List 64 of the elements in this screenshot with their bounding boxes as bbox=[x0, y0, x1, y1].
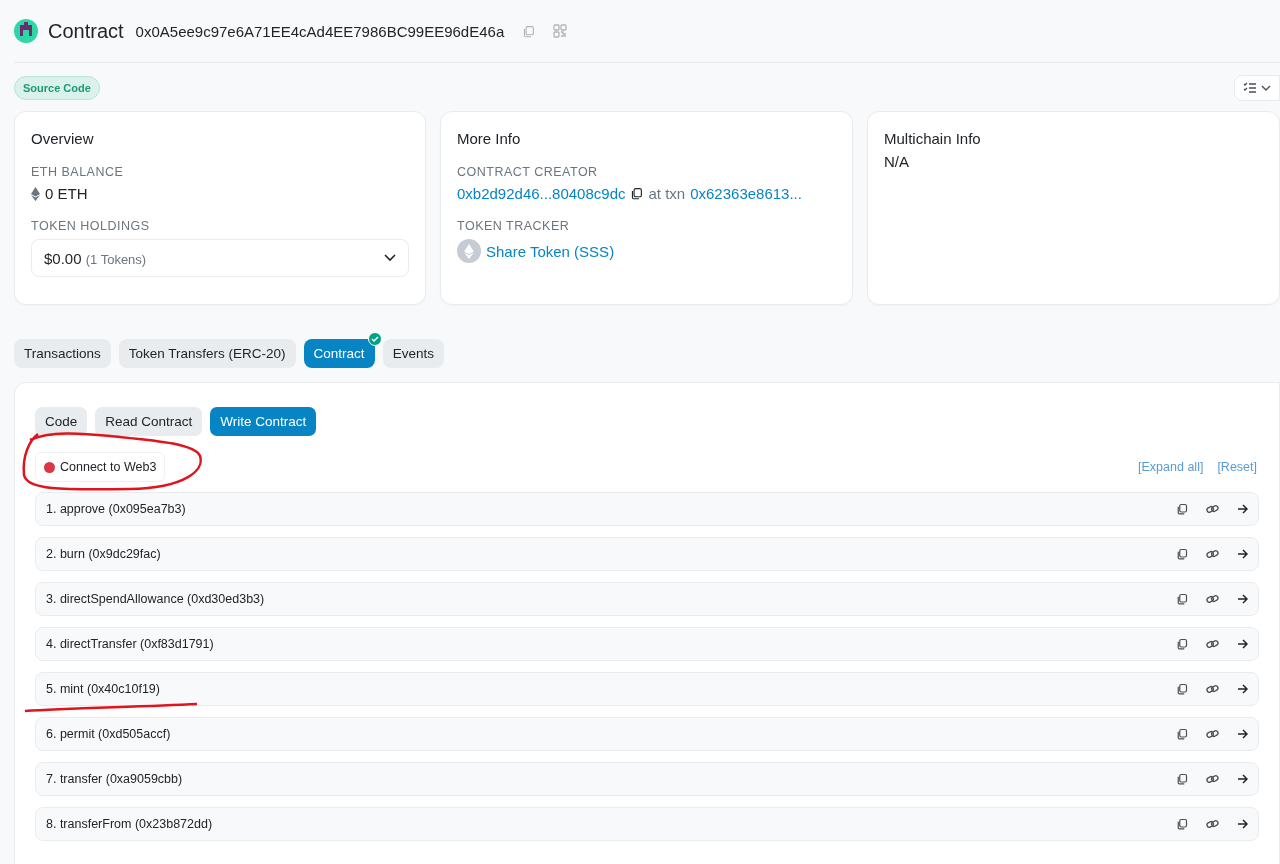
function-row[interactable]: 7. transfer (0xa9059cbb) bbox=[35, 762, 1259, 796]
multichain-value: N/A bbox=[884, 153, 909, 170]
token-tracker-link[interactable]: Share Token (SSS) bbox=[486, 242, 615, 260]
tab[interactable]: Contract bbox=[303, 339, 375, 368]
function-row[interactable]: 4. directTransfer (0xf83d1791) bbox=[35, 627, 1259, 661]
function-row[interactable]: 1. approve (0x095ea7b3) bbox=[35, 492, 1259, 526]
arrow-right-icon[interactable] bbox=[1237, 549, 1248, 559]
function-row[interactable]: 3. directSpendAllowance (0xd30ed3b3) bbox=[35, 582, 1259, 616]
chevron-down-icon bbox=[384, 254, 396, 262]
creator-address-link[interactable]: 0xb2d92d46...80408c9dc bbox=[457, 185, 626, 202]
copy-icon[interactable] bbox=[1176, 638, 1188, 650]
ethereum-icon bbox=[31, 186, 40, 201]
arrow-right-icon[interactable] bbox=[1237, 774, 1248, 784]
checklist-icon bbox=[1243, 82, 1257, 94]
field-label: TOKEN HOLDINGS bbox=[31, 219, 151, 233]
copy-icon[interactable] bbox=[1176, 548, 1188, 560]
copy-icon[interactable] bbox=[1176, 818, 1188, 830]
link-icon[interactable] bbox=[1206, 728, 1219, 740]
link-icon[interactable] bbox=[1206, 503, 1219, 515]
txn-label: at txn bbox=[648, 185, 686, 202]
contract-avatar-icon bbox=[14, 19, 38, 43]
link-icon[interactable] bbox=[1206, 683, 1219, 695]
filter-button[interactable] bbox=[1234, 75, 1280, 101]
sub-tab[interactable]: Code bbox=[35, 407, 88, 436]
function-row[interactable]: 2. burn (0x9dc29fac) bbox=[35, 537, 1259, 571]
function-row[interactable]: 5. mint (0x40c10f19) bbox=[35, 672, 1259, 706]
arrow-right-icon[interactable] bbox=[1237, 639, 1248, 649]
page-title: Contract bbox=[48, 19, 124, 43]
chevron-down-icon bbox=[1261, 84, 1271, 92]
arrow-right-icon[interactable] bbox=[1237, 594, 1248, 604]
function-row[interactable]: 8. transferFrom (0x23b872dd) bbox=[35, 807, 1259, 841]
link-icon[interactable] bbox=[1206, 593, 1219, 605]
copy-icon[interactable] bbox=[630, 187, 644, 200]
arrow-right-icon[interactable] bbox=[1237, 819, 1248, 829]
link-icon[interactable] bbox=[1206, 818, 1219, 830]
field-label: CONTRACT CREATOR bbox=[457, 165, 599, 179]
token-icon bbox=[457, 239, 481, 263]
link-icon[interactable] bbox=[1206, 773, 1219, 785]
copy-icon[interactable] bbox=[1176, 503, 1188, 515]
token-holdings-dropdown[interactable]: $0.00 (1 Tokens) bbox=[31, 239, 409, 277]
function-row[interactable]: 6. permit (0xd505accf) bbox=[35, 717, 1259, 751]
card-title: Multichain Info bbox=[884, 130, 982, 147]
copy-icon[interactable] bbox=[1176, 593, 1188, 605]
copy-icon[interactable] bbox=[1176, 773, 1188, 785]
field-label: TOKEN TRACKER bbox=[457, 219, 571, 233]
tab[interactable]: Transactions bbox=[14, 339, 111, 368]
arrow-right-icon[interactable] bbox=[1237, 504, 1248, 514]
contract-address: 0x0A5ee9c97e6A71EE4cAd4EE7986BC99EE96dE46a bbox=[135, 22, 505, 40]
arrow-right-icon[interactable] bbox=[1237, 729, 1248, 739]
card-title: More Info bbox=[457, 130, 522, 147]
tab[interactable]: Token Transfers (ERC-20) bbox=[118, 339, 296, 368]
link-icon[interactable] bbox=[1206, 638, 1219, 650]
connect-web3-button[interactable]: Connect to Web3 bbox=[35, 452, 166, 482]
balance-value: 0 ETH bbox=[45, 185, 88, 202]
copy-icon[interactable] bbox=[1176, 683, 1188, 695]
field-label: ETH BALANCE bbox=[31, 165, 125, 179]
sub-tab[interactable]: Write Contract bbox=[210, 407, 317, 436]
link-icon[interactable] bbox=[1206, 548, 1219, 560]
arrow-right-icon[interactable] bbox=[1237, 684, 1248, 694]
tab[interactable]: Events bbox=[382, 339, 444, 368]
txn-hash-link[interactable]: 0x62363e8613... bbox=[690, 185, 802, 202]
sub-tab[interactable]: Read Contract bbox=[95, 407, 203, 436]
card-title: Overview bbox=[31, 130, 95, 147]
copy-icon[interactable] bbox=[1176, 728, 1188, 740]
